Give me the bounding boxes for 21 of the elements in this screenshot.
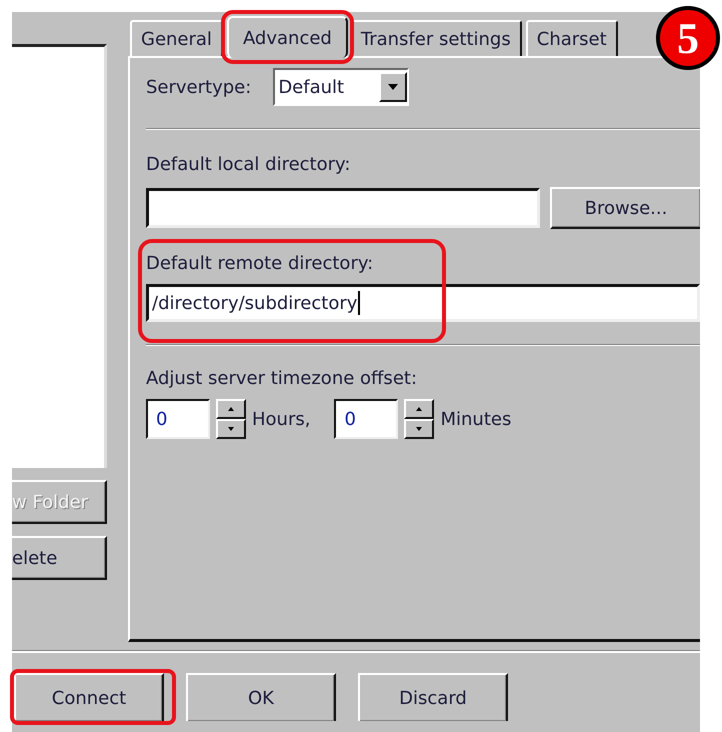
minutes-field[interactable]: 0 (334, 399, 398, 439)
left-panel-button[interactable]: elete (12, 536, 107, 580)
local-directory-field[interactable] (146, 188, 540, 228)
servertype-label: Servertype: (146, 76, 252, 98)
tab[interactable]: Charset (526, 20, 618, 56)
remote-directory-field[interactable]: /directory/subdirectory (146, 284, 700, 322)
local-directory-label: Default local directory: (146, 154, 352, 175)
remote-directory-label: Default remote directory: (146, 253, 374, 274)
dialog-button[interactable]: Connect (14, 673, 164, 721)
dialog-button[interactable]: OK (186, 673, 336, 721)
servertype-dropdown[interactable]: Default (273, 68, 410, 106)
hours-spinner[interactable] (216, 399, 246, 439)
step-badge: 5 (656, 6, 720, 70)
dialog-button[interactable]: Discard (358, 673, 508, 721)
minutes-label: Minutes (440, 408, 512, 430)
hours-field[interactable]: 0 (146, 399, 210, 439)
dropdown-arrow-icon (387, 83, 400, 91)
hours-label: Hours, (252, 408, 310, 430)
minutes-spinner[interactable] (404, 399, 434, 439)
timezone-label: Adjust server timezone offset: (146, 368, 418, 389)
browse-button[interactable]: Browse... (550, 187, 700, 229)
